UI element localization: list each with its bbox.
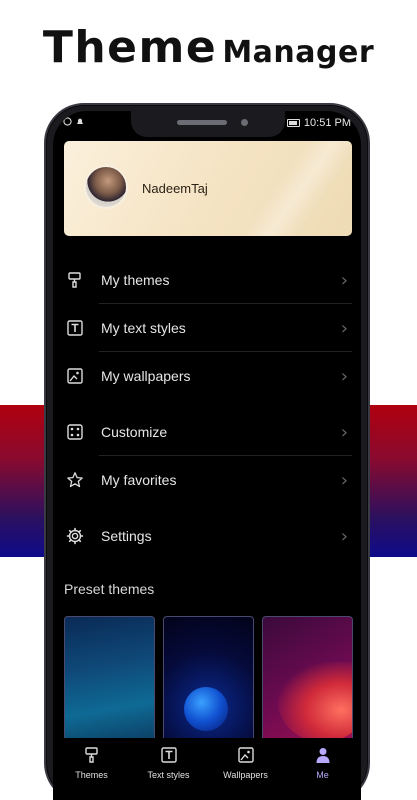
preset-themes-title: Preset themes [64, 581, 155, 597]
menu-label: Customize [101, 424, 168, 440]
nav-me[interactable]: Me [284, 738, 361, 798]
status-time: 10:51 PM [303, 117, 351, 129]
menu-item-my-favorites[interactable]: My favorites › [64, 456, 352, 504]
menu-item-my-text-styles[interactable]: My text styles › [64, 304, 352, 352]
phone-screen: 10:51 PM NadeemTaj My themes › My text s… [53, 111, 361, 800]
camera [241, 119, 248, 126]
menu-label: My favorites [101, 472, 177, 488]
chevron-right-icon: › [340, 317, 348, 339]
menu-item-my-wallpapers[interactable]: My wallpapers › [64, 352, 352, 400]
nav-themes[interactable]: Themes [53, 738, 130, 798]
menu-label: My text styles [101, 320, 186, 336]
nav-wallpapers[interactable]: Wallpapers [207, 738, 284, 798]
avatar[interactable] [84, 165, 128, 209]
chevron-right-icon: › [340, 421, 348, 443]
whatsapp-icon [63, 117, 72, 126]
status-right: 10:51 PM [286, 117, 351, 129]
dice-icon [66, 423, 84, 441]
nav-label: Me [316, 770, 329, 780]
notch [131, 111, 285, 137]
bottom-nav: Themes Text styles Wallpapers Me [53, 738, 361, 798]
text-icon [160, 746, 178, 764]
paint-roller-icon [66, 271, 84, 289]
nav-label: Wallpapers [223, 770, 268, 780]
menu-label: My themes [101, 272, 170, 288]
person-icon [314, 746, 332, 764]
speaker [177, 120, 227, 125]
star-icon [66, 471, 84, 489]
preset-theme-thumbnail[interactable] [163, 616, 254, 746]
preset-theme-thumbnail[interactable] [262, 616, 353, 746]
nav-text-styles[interactable]: Text styles [130, 738, 207, 798]
notification-bell-icon [77, 118, 83, 124]
image-icon [237, 746, 255, 764]
paint-roller-icon [83, 746, 101, 764]
chevron-right-icon: › [340, 365, 348, 387]
headline: Theme Manager [0, 22, 417, 73]
headline-small: Manager [222, 35, 375, 70]
planet-graphic [184, 687, 228, 731]
menu-label: My wallpapers [101, 368, 191, 384]
chevron-right-icon: › [340, 469, 348, 491]
headline-big: Theme [42, 22, 218, 73]
image-icon [66, 367, 84, 385]
profile-card[interactable]: NadeemTaj [64, 141, 352, 236]
chevron-right-icon: › [340, 525, 348, 547]
profile-name: NadeemTaj [142, 181, 208, 196]
preset-theme-thumbnail[interactable] [64, 616, 155, 746]
text-icon [66, 319, 84, 337]
menu-label: Settings [101, 528, 152, 544]
chevron-right-icon: › [340, 269, 348, 291]
menu-item-customize[interactable]: Customize › [64, 408, 352, 456]
status-left [63, 117, 84, 126]
menu-item-my-themes[interactable]: My themes › [64, 256, 352, 304]
menu-item-settings[interactable]: Settings › [64, 512, 352, 560]
gear-icon [66, 527, 84, 545]
nav-label: Text styles [147, 770, 190, 780]
nav-label: Themes [75, 770, 108, 780]
phone-frame: 10:51 PM NadeemTaj My themes › My text s… [44, 103, 370, 800]
fish-fin-graphic [278, 662, 352, 742]
battery-icon [286, 119, 300, 127]
